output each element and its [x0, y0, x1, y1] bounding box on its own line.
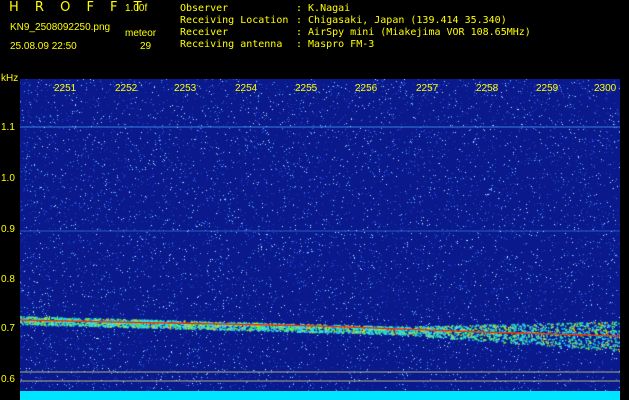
y-tick-0-8: 0.8: [1, 274, 15, 285]
filename-label: KN9_2508092250.png: [10, 22, 111, 33]
x-tick-2258: 2258: [476, 83, 499, 94]
x-tick-2252: 2252: [115, 83, 138, 94]
x-tick-2259: 2259: [536, 83, 559, 94]
observer-value: : K.Nagai: [296, 3, 351, 14]
meteor-label: meteor: [125, 28, 157, 39]
x-tick-2255: 2255: [295, 83, 318, 94]
y-tick-0-7: 0.7: [1, 323, 15, 334]
x-tick-2256: 2256: [355, 83, 378, 94]
observer-label: Observer: [180, 3, 229, 14]
y-tick-1-0: 1.0: [1, 173, 15, 184]
left-ruler: [16, 79, 20, 400]
receiver-value: : AirSpy mini (Miakejima VOR 108.65MHz): [296, 27, 531, 38]
y-tick-0-6: 0.6: [1, 374, 15, 385]
meteor-count: 29: [140, 41, 152, 52]
baseline-band: [20, 391, 620, 400]
receiver-label: Receiver: [180, 27, 229, 38]
x-tick-2257: 2257: [416, 83, 439, 94]
hroft-screen: H R O F F T 1.00f KN9_2508092250.png met…: [0, 0, 629, 400]
spectrogram-overlay: [20, 126, 620, 400]
version-label: 1.00f: [125, 3, 148, 14]
y-tick-0-9: 0.9: [1, 224, 15, 235]
y-tick-1-1: 1.1: [1, 122, 15, 133]
y-unit-label: kHz: [1, 73, 19, 84]
spectrogram-plot: [20, 79, 620, 400]
location-label: Receiving Location: [180, 15, 289, 26]
datetime-label: 25.08.09 22:50: [10, 41, 77, 52]
location-value: : Chigasaki, Japan (139.414 35.340): [296, 15, 507, 26]
x-tick-2300: 2300: [594, 83, 617, 94]
x-tick-2254: 2254: [235, 83, 258, 94]
x-tick-2251: 2251: [54, 83, 77, 94]
antenna-label: Receiving antenna: [180, 39, 283, 50]
x-tick-2253: 2253: [174, 83, 197, 94]
carrier-trace: [20, 319, 620, 337]
antenna-value: : Maspro FM-3: [296, 39, 375, 50]
